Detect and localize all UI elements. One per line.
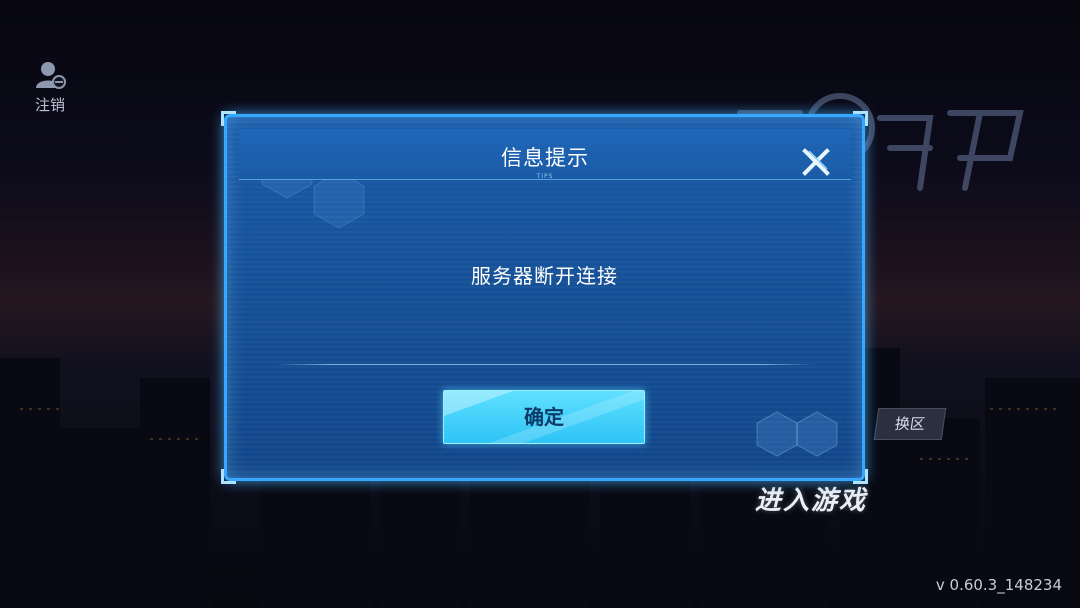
switch-region-button[interactable]: 换区 bbox=[873, 408, 947, 440]
logout-button[interactable]: 注销 bbox=[22, 58, 78, 115]
dialog-title: 信息提示 bbox=[501, 146, 589, 170]
hex-decoration bbox=[756, 411, 838, 457]
dialog-subtitle: TIPS bbox=[536, 173, 554, 180]
dialog-message: 服务器断开连接 bbox=[471, 264, 618, 288]
dialog-corner bbox=[853, 469, 868, 484]
info-dialog: 信息提示 TIPS 服务器断开连接 确定 bbox=[221, 111, 868, 484]
enter-game-button[interactable]: 进入游戏 bbox=[755, 480, 867, 517]
close-button[interactable] bbox=[799, 145, 833, 179]
logout-label: 注销 bbox=[34, 96, 65, 114]
confirm-label: 确定 bbox=[524, 405, 564, 429]
dialog-corner bbox=[221, 469, 236, 484]
logout-icon bbox=[34, 58, 66, 90]
confirm-button[interactable]: 确定 bbox=[443, 390, 645, 444]
dialog-title-bar: 信息提示 TIPS bbox=[239, 129, 851, 180]
dialog-divider bbox=[275, 364, 815, 365]
version-label: v 0.60.3_148234 bbox=[935, 576, 1062, 594]
dialog-corner bbox=[221, 111, 236, 126]
dialog-corner bbox=[853, 111, 868, 126]
close-icon bbox=[802, 148, 830, 176]
